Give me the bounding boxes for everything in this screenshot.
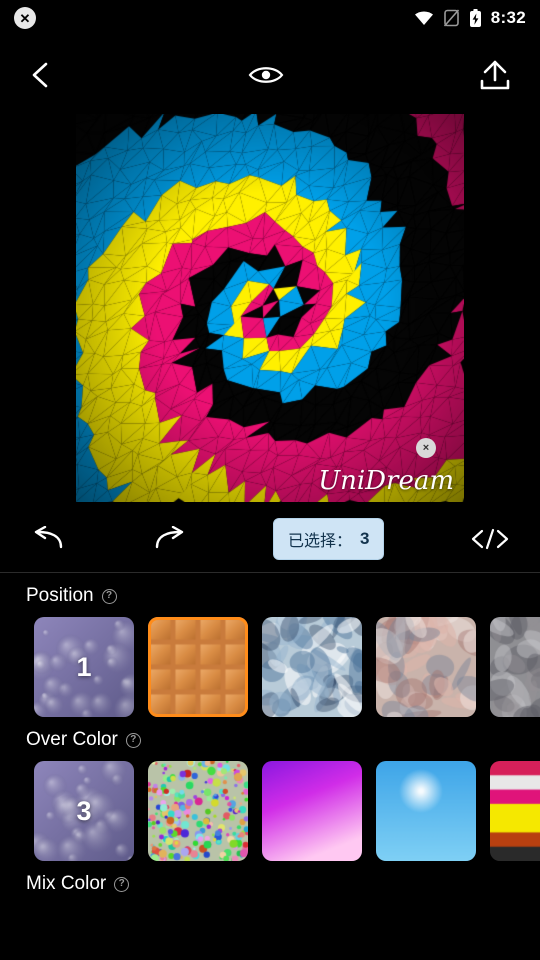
overcolor-thumb-1-badge: 3 [34, 761, 134, 861]
effects-panel: Position ? 1 Over Color ? 3 Mix Color ? [0, 572, 540, 960]
selected-label: 已选择： [288, 527, 352, 551]
selected-count-badge[interactable]: 已选择： 3 [273, 518, 384, 560]
position-thumb-row[interactable]: 1 [0, 617, 540, 717]
watermark-close-icon[interactable]: × [416, 438, 436, 458]
upload-icon[interactable] [478, 59, 512, 91]
overcolor-thumb-2[interactable] [148, 761, 248, 861]
sim-off-icon [443, 9, 460, 27]
app-screen: ✕ 8:32 × UniDream 已选择： 3 Position ? 1 Ov… [0, 0, 540, 960]
status-bar-clock: 8:32 [491, 8, 526, 28]
overcolor-thumb-1[interactable]: 3 [34, 761, 134, 861]
position-thumb-5-image [490, 617, 540, 717]
section-title-over-color: Over Color [26, 729, 118, 751]
section-title-position: Position [26, 585, 94, 607]
position-thumb-1[interactable]: 1 [34, 617, 134, 717]
position-thumb-1-badge: 1 [34, 617, 134, 717]
undo-arrow-icon[interactable] [30, 526, 66, 552]
overcolor-thumb-5-image [490, 761, 540, 861]
help-icon-over-color[interactable]: ? [126, 733, 141, 748]
preview-area: × UniDream [0, 114, 540, 506]
artwork-image [76, 114, 464, 502]
battery-charging-icon [469, 9, 482, 28]
help-icon-mix-color[interactable]: ? [114, 877, 129, 892]
top-toolbar [0, 36, 540, 114]
overcolor-thumb-3-image [262, 761, 362, 861]
position-thumb-3-image [262, 617, 362, 717]
selected-count: 3 [360, 529, 369, 549]
position-thumb-4[interactable] [376, 617, 476, 717]
position-thumb-2-image [148, 617, 248, 717]
artwork-canvas[interactable]: × UniDream [76, 114, 464, 502]
overcolor-thumb-4[interactable] [376, 761, 476, 861]
overcolor-thumb-3[interactable] [262, 761, 362, 861]
position-thumb-4-image [376, 617, 476, 717]
section-title-mix-color: Mix Color [26, 873, 106, 895]
section-header-position: Position ? [0, 573, 540, 617]
redo-arrow-icon[interactable] [152, 526, 188, 552]
eye-icon[interactable] [247, 63, 285, 87]
position-thumb-2[interactable] [148, 617, 248, 717]
action-bar: 已选择： 3 [0, 506, 540, 572]
status-bar-right: 8:32 [414, 8, 526, 28]
wifi-icon [414, 10, 434, 26]
status-bar: ✕ 8:32 [0, 0, 540, 36]
overcolor-thumb-4-image [376, 761, 476, 861]
section-header-over-color: Over Color ? [0, 717, 540, 761]
code-brackets-icon[interactable] [470, 527, 510, 551]
overcolor-thumb-2-image [148, 761, 248, 861]
position-thumb-5[interactable] [490, 617, 540, 717]
position-thumb-3[interactable] [262, 617, 362, 717]
status-bar-left: ✕ [14, 7, 36, 29]
close-circle-icon[interactable]: ✕ [14, 7, 36, 29]
help-icon-position[interactable]: ? [102, 589, 117, 604]
over-color-thumb-row[interactable]: 3 [0, 761, 540, 861]
overcolor-thumb-5[interactable] [490, 761, 540, 861]
section-header-mix-color: Mix Color ? [0, 861, 540, 905]
chevron-left-icon[interactable] [28, 60, 54, 90]
